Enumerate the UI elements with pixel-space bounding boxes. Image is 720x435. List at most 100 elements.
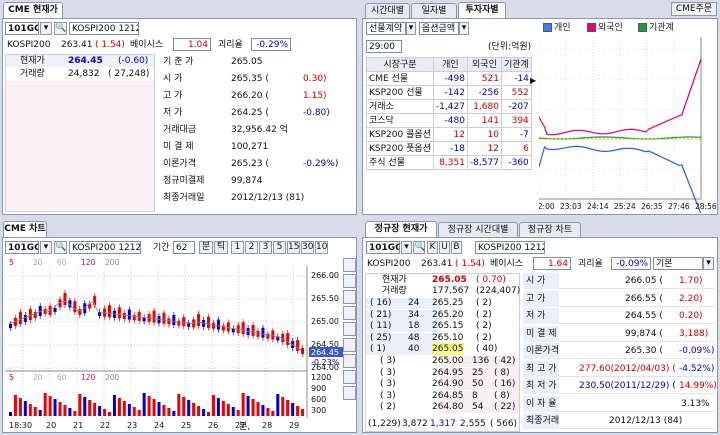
bid-row[interactable]: ( 3) 265.00 136 ( 42) — [366, 356, 519, 367]
chart-tool-icon[interactable] — [343, 290, 356, 304]
checkbox-foreign[interactable] — [587, 23, 596, 32]
table-row[interactable]: 거래소 -1,427 1,680 -207 — [366, 99, 532, 114]
info-row: 이 자 율 3.13% — [523, 395, 715, 412]
u-button[interactable]: U — [439, 241, 450, 254]
search-icon[interactable]: 🔍 — [54, 22, 67, 35]
volume-label: 거래량 — [20, 69, 45, 79]
chart-tool-icon[interactable] — [343, 258, 356, 272]
volume-bar — [286, 400, 290, 416]
checkbox-individual[interactable] — [543, 23, 552, 32]
chart-tool-icon[interactable] — [343, 370, 356, 384]
contract-dropdown-icon[interactable]: ▾ — [406, 22, 416, 35]
col-header: 시장구분 — [366, 57, 434, 72]
tab-by-investor[interactable]: 투자자별 — [458, 2, 506, 18]
ask-row[interactable]: ( 11) 18 265.15 ( 2) — [366, 321, 519, 332]
candle — [18, 312, 22, 324]
table-cell: -1,427 — [432, 99, 468, 114]
volume-bar — [192, 403, 196, 416]
interval-button-3[interactable]: 3 — [259, 241, 272, 254]
interval-button-2[interactable]: 2 — [245, 241, 258, 254]
chart-dropdown-icon[interactable]: ▾ — [40, 241, 52, 254]
amount-select[interactable]: 옵션금액 — [419, 22, 459, 35]
tick-button[interactable]: 틱 — [214, 241, 228, 254]
unit-label: (단위:억원) — [488, 42, 532, 52]
tab-by-date[interactable]: 일자별 — [411, 3, 457, 18]
table-cell: -256 — [466, 85, 502, 100]
reg-vol-change: (224,407) — [476, 286, 521, 296]
ask-row[interactable]: ( 16) 24 265.25 ( 2) — [366, 298, 519, 309]
interval-button-30[interactable]: 30 — [301, 241, 314, 254]
tab-by-time[interactable]: 시간대별 — [365, 3, 410, 18]
table-row[interactable]: 주식 선물 8,351 -8,577 -360 — [366, 155, 532, 170]
period-input[interactable]: 62 — [173, 241, 195, 254]
bid-cell: ( 3) — [380, 379, 396, 389]
volume-bar — [236, 410, 240, 416]
chart-code-input[interactable]: 101GC — [5, 241, 39, 254]
ask-row[interactable]: ( 25) 48 265.10 ( 2) — [366, 332, 519, 344]
price-detail-row: 저 가 264.25 (-0.80) — [157, 106, 353, 121]
ask-row[interactable]: ( 21) 34 265.20 ( 2) — [366, 309, 519, 321]
contract-select[interactable]: 선물계약 — [366, 22, 406, 35]
volume-bar — [28, 404, 32, 416]
interval-button-1[interactable]: 1 — [231, 241, 244, 254]
info-label: 최종거래 — [526, 416, 560, 426]
ma-legend: 60 — [57, 258, 67, 267]
info-change: 2.20) — [679, 293, 703, 304]
chart-tool-icon[interactable] — [343, 354, 356, 368]
chart-tool-icon[interactable] — [343, 386, 356, 400]
mode-dropdown-icon[interactable]: ▾ — [703, 257, 714, 270]
time-input[interactable]: 29:00 — [366, 40, 402, 53]
volume-bar — [211, 395, 215, 416]
bid-row[interactable]: ( 3) 264.90 50 ( 16) — [366, 379, 519, 390]
interval-button-15[interactable]: 15 — [287, 241, 300, 254]
price-detail-row: 기 준 가 265.05 — [157, 55, 353, 70]
interval-button-10[interactable]: 10 — [315, 241, 328, 254]
tab-cme-chart[interactable]: CME 차트 — [3, 221, 47, 237]
amount-dropdown-icon[interactable]: ▾ — [459, 22, 469, 35]
candle — [9, 324, 12, 328]
volume-bar — [53, 399, 57, 416]
bid-cell: ( 42) — [494, 356, 516, 366]
chart-tool-icon[interactable] — [343, 338, 356, 352]
reg-search-icon[interactable]: 🔍 — [413, 241, 425, 254]
dropdown-arrow-icon[interactable]: ▾ — [40, 22, 52, 35]
volume-bar — [187, 400, 191, 416]
volume-bar — [73, 411, 77, 416]
bid-row[interactable]: ( 2) 264.80 54 ( 22) — [366, 402, 519, 413]
chart-tool-icon[interactable] — [343, 306, 356, 320]
ask-row[interactable]: ( 1) 40 265.05 ( 40) — [366, 343, 519, 355]
volume-bar — [18, 398, 22, 416]
tab-regular-price[interactable]: 정규장 현재가 — [365, 221, 437, 237]
minute-button[interactable]: 분 — [199, 241, 213, 254]
table-row[interactable]: 코스닥 -480 141 394 — [366, 113, 532, 128]
table-row[interactable]: KSP200 선물 -142 -256 552 — [366, 85, 532, 100]
chart-search-icon[interactable]: 🔍 — [54, 241, 67, 254]
volume-bar — [226, 404, 230, 416]
tab-cme-price[interactable]: CME 현재가 — [3, 2, 63, 18]
table-row[interactable]: CME 선물 -498 521 -14 — [366, 71, 532, 86]
reg-dropdown-icon[interactable]: ▾ — [401, 241, 412, 254]
volume-bar — [276, 394, 280, 416]
code-input[interactable]: 101GC — [5, 22, 39, 35]
mode-select[interactable]: 기본 — [653, 257, 703, 270]
cme-order-button[interactable]: CME주문 — [671, 2, 717, 16]
gap-value: -0.29% — [251, 38, 291, 51]
k-button[interactable]: K — [427, 241, 438, 254]
bid-row[interactable]: ( 3) 264.95 25 ( 8) — [366, 367, 519, 379]
interval-button-5[interactable]: 5 — [273, 241, 286, 254]
tab-regular-time[interactable]: 정규장 시간대별 — [438, 222, 518, 237]
info-row: 시 가 266.05 (1.70) — [523, 273, 715, 289]
vol-legend: 60 — [57, 373, 67, 382]
table-row[interactable]: KSP200 콜옵션 12 10 -7 — [366, 127, 532, 142]
tab-regular-chart[interactable]: 정규장 차트 — [519, 222, 581, 237]
reg-code-input[interactable]: 101GC — [366, 241, 400, 254]
chart-tool-icon[interactable] — [343, 274, 356, 288]
info-value: 230.50(2011/12/29) ( — [579, 381, 676, 391]
bid-row[interactable]: ( 3) 264.85 8 ( 8) — [366, 390, 519, 402]
chart-tool-icon[interactable] — [343, 322, 356, 336]
b-button[interactable]: B — [451, 241, 462, 254]
ask-cell: ( 1) — [370, 344, 386, 354]
table-row[interactable]: KSP200 풋옵션 -18 12 6 — [366, 141, 532, 156]
price-detail-row: 최종거래일 2012/12/13 (81) — [157, 191, 353, 206]
checkbox-institution[interactable] — [638, 23, 647, 32]
